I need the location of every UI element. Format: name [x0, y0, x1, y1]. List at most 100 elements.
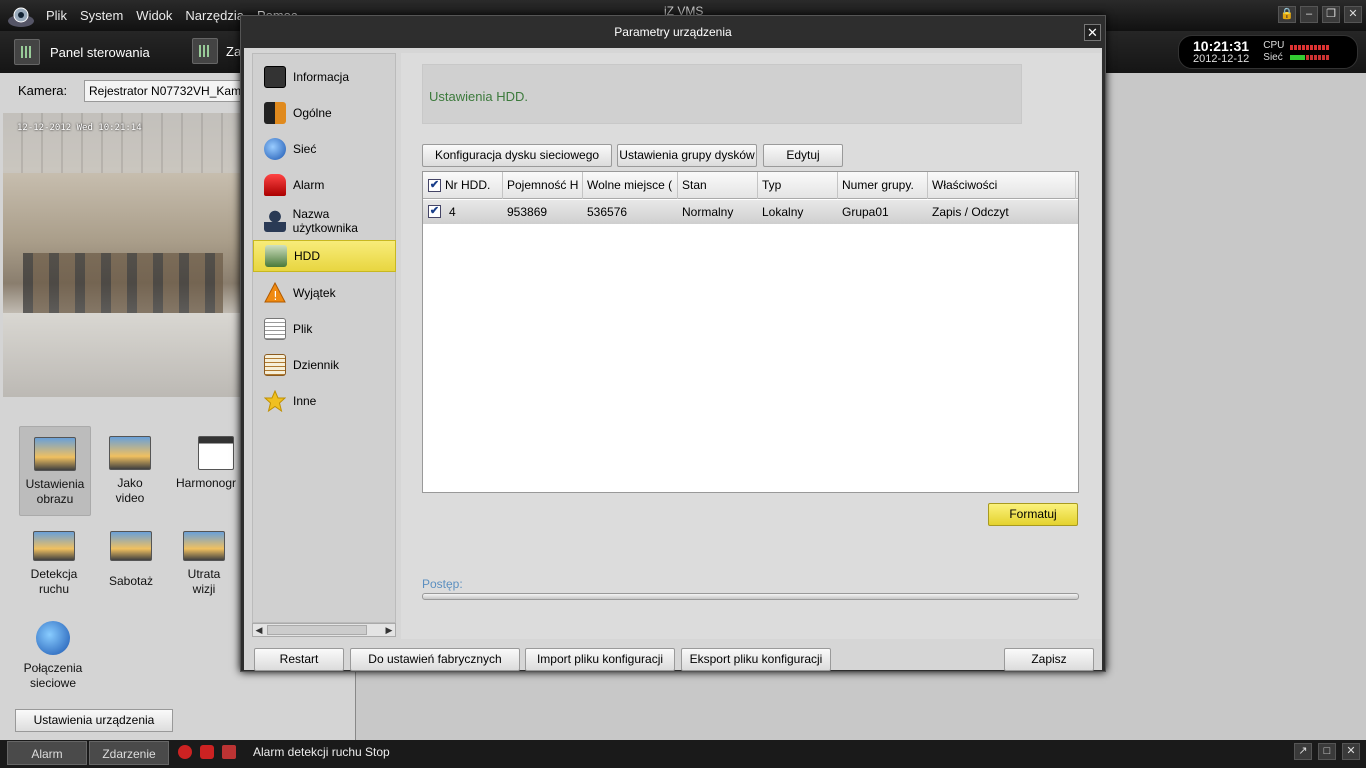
nav-item-plik[interactable]: Plik: [253, 312, 396, 346]
col-capacity[interactable]: Pojemność H: [503, 172, 583, 199]
motion-alarm-icon: [178, 745, 192, 759]
restart-button[interactable]: Restart: [254, 648, 344, 671]
section-header-text: Ustawienia HDD.: [429, 89, 528, 104]
hdd-settings-panel: Ustawienia HDD. Konfiguracja dysku sieci…: [401, 53, 1101, 639]
close-panel-icon[interactable]: ✕: [1342, 743, 1360, 760]
disk-group-settings-button[interactable]: Ustawienia grupy dysków: [617, 144, 757, 167]
user-icon: [264, 210, 286, 232]
dialog-footer: Restart Do ustawień fabrycznych Import p…: [244, 642, 1102, 671]
status-tab-events[interactable]: Zdarzenie: [89, 741, 169, 765]
nav-item-siec[interactable]: Sieć: [253, 132, 396, 166]
nav-item-user[interactable]: Nazwa użytkownika: [253, 204, 396, 238]
lock-icon[interactable]: 🔒: [1278, 6, 1296, 23]
warning-icon: !: [264, 281, 286, 304]
hdd-icon: [265, 245, 287, 267]
table-header: Nr HDD. ✔ Pojemność H Wolne miejsce ( St…: [423, 172, 1078, 199]
row-checkbox[interactable]: ✔: [428, 205, 441, 218]
tile-tamper[interactable]: Sabotaż: [95, 531, 167, 589]
col-state[interactable]: Stan: [678, 172, 758, 199]
nav-item-label: Plik: [293, 322, 313, 336]
nav-item-alarm[interactable]: Alarm: [253, 168, 396, 202]
cell-group: Grupa01: [842, 205, 889, 219]
edit-button[interactable]: Edytuj: [763, 144, 843, 167]
tamper-hand-icon: [110, 531, 152, 561]
dialog-close-icon[interactable]: ✕: [1084, 24, 1101, 41]
col-type[interactable]: Typ: [758, 172, 838, 199]
col-group[interactable]: Numer grupy.: [838, 172, 928, 199]
menu-system[interactable]: System: [80, 8, 123, 23]
restore-icon[interactable]: ❐: [1322, 6, 1340, 23]
preview-desks: [23, 253, 223, 313]
network-label: Sieć: [1263, 52, 1283, 63]
scroll-right-icon[interactable]: ▶: [383, 624, 395, 636]
cell-type: Lokalny: [762, 205, 804, 219]
select-all-checkbox[interactable]: ✔: [428, 179, 441, 192]
management-icon: [192, 38, 218, 64]
tile-label: Jako: [117, 476, 143, 490]
log-icon: [264, 354, 286, 376]
pin-icon[interactable]: ↗: [1294, 743, 1312, 760]
network-icon: [264, 138, 286, 160]
cell-properties: Zapis / Odczyt: [932, 205, 1009, 219]
image-settings-icon: [34, 437, 76, 471]
cell-capacity: 953869: [507, 205, 548, 219]
camera-label: Kamera:: [18, 83, 68, 98]
minimize-icon[interactable]: –: [1300, 6, 1318, 23]
nav-item-label: Ogólne: [293, 106, 332, 120]
save-button[interactable]: Zapisz: [1004, 648, 1094, 671]
tile-video-quality[interactable]: Jako video: [94, 426, 166, 506]
menu-narzedzia[interactable]: Narzędzia: [185, 8, 244, 23]
menu-widok[interactable]: Widok: [136, 8, 172, 23]
camera-osd: 12-12-2012 Wed 10:21:14: [17, 123, 142, 133]
close-icon[interactable]: ✕: [1344, 6, 1362, 23]
tile-motion-detection[interactable]: Detekcja ruchu: [18, 531, 90, 597]
camera-select[interactable]: Rejestrator N07732VH_Kam: [84, 80, 254, 102]
table-row[interactable]: ✔ 4 953869 536576 Normalny Lokalny Grupa…: [423, 200, 1078, 224]
factory-defaults-button[interactable]: Do ustawień fabrycznych: [350, 648, 520, 671]
clock-date: 2012-12-12: [1193, 53, 1250, 65]
control-panel-icon: [14, 39, 40, 65]
preview-floor: [3, 313, 243, 397]
col-free-space[interactable]: Wolne miejsce (: [583, 172, 678, 199]
menu-plik[interactable]: Plik: [46, 8, 67, 23]
tile-label: wizji: [192, 582, 216, 596]
import-config-button[interactable]: Import pliku konfiguracji: [525, 648, 675, 671]
tab-control-panel[interactable]: Panel sterowania: [14, 39, 150, 65]
svg-text:!: !: [273, 289, 278, 303]
nav-item-wyjatek[interactable]: ! Wyjątek: [253, 276, 396, 310]
tile-video-loss[interactable]: Utrata wizji: [168, 531, 240, 597]
scroll-left-icon[interactable]: ◀: [253, 624, 265, 636]
nav-scrollbar[interactable]: ◀ ▶: [252, 623, 396, 637]
scroll-thumb[interactable]: [267, 625, 367, 635]
nav-item-label: Alarm: [293, 178, 325, 192]
tile-network-connections[interactable]: Połączenia sieciowe: [17, 621, 89, 691]
network-disk-config-button[interactable]: Konfiguracja dysku sieciowego: [422, 144, 612, 167]
network-globe-icon: [36, 621, 70, 655]
export-config-button[interactable]: Eksport pliku konfiguracji: [681, 648, 831, 671]
format-button[interactable]: Formatuj: [988, 503, 1078, 526]
status-bar: Alarm Zdarzenie Alarm detekcji ruchu Sto…: [0, 740, 1366, 768]
nav-item-informacja[interactable]: Informacja: [253, 60, 396, 94]
tile-image-settings[interactable]: Ustawienia obrazu: [19, 426, 91, 516]
camera-alarm-icon: [222, 745, 236, 759]
tile-label: Sabotaż: [108, 574, 154, 588]
maximize-panel-icon[interactable]: □: [1318, 743, 1336, 760]
tile-schedule[interactable]: Harmonogr: [172, 426, 244, 491]
nav-item-label: Informacja: [293, 70, 350, 84]
col-properties[interactable]: Właściwości: [928, 172, 1076, 199]
nav-item-label: Nazwa użytkownika: [292, 207, 358, 235]
section-header: Ustawienia HDD.: [422, 64, 1022, 124]
device-settings-button[interactable]: Ustawienia urządzenia: [15, 709, 173, 732]
tab-management[interactable]: Zar: [192, 38, 246, 64]
nav-item-inne[interactable]: Inne: [253, 384, 396, 418]
app-logo-icon: [6, 3, 36, 29]
tile-label: Ustawienia: [25, 477, 85, 491]
clock-widget: 10:21:31 2012-12-12 CPU Sieć: [1178, 35, 1358, 69]
preview-ceiling: [3, 113, 243, 173]
nav-item-ogolne[interactable]: Ogólne: [253, 96, 396, 130]
motion-detection-icon: [33, 531, 75, 561]
nav-item-dziennik[interactable]: Dziennik: [253, 348, 396, 382]
tile-label: Utrata: [187, 567, 221, 581]
nav-item-hdd[interactable]: HDD: [253, 240, 396, 272]
status-tab-alarm[interactable]: Alarm: [7, 741, 87, 765]
